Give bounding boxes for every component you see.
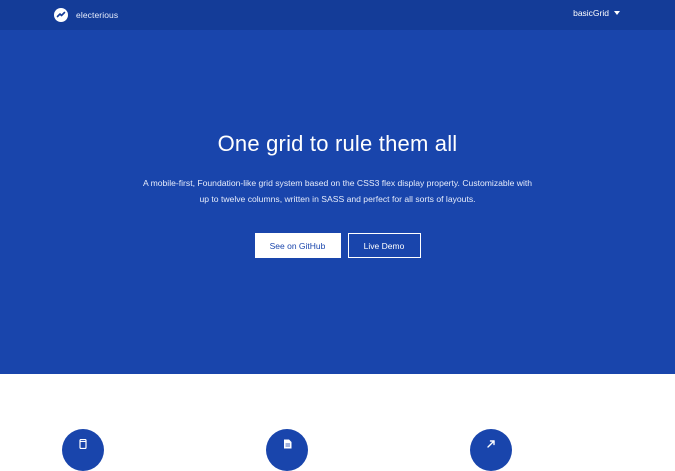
brand-name: electerious bbox=[76, 10, 119, 20]
document-icon bbox=[266, 429, 308, 471]
chevron-down-icon bbox=[614, 11, 620, 15]
electerious-logo-icon bbox=[54, 8, 68, 22]
dropdown-label: basicGrid bbox=[573, 8, 609, 18]
hero-section: One grid to rule them all A mobile-first… bbox=[0, 30, 675, 374]
top-navbar: electerious basicGrid bbox=[0, 0, 675, 30]
features-section bbox=[0, 374, 675, 471]
mobile-icon bbox=[62, 429, 104, 471]
hero-title: One grid to rule them all bbox=[217, 131, 458, 156]
hero-description: A mobile-first, Foundation-like grid sys… bbox=[142, 178, 533, 204]
see-on-github-button[interactable]: See on GitHub bbox=[254, 233, 341, 258]
arrow-expand-icon bbox=[470, 429, 512, 471]
basicgrid-dropdown[interactable]: basicGrid bbox=[573, 8, 620, 18]
hero-buttons: See on GitHub Live Demo bbox=[0, 233, 675, 258]
live-demo-button[interactable]: Live Demo bbox=[347, 233, 421, 258]
brand-link[interactable]: electerious bbox=[54, 7, 118, 23]
